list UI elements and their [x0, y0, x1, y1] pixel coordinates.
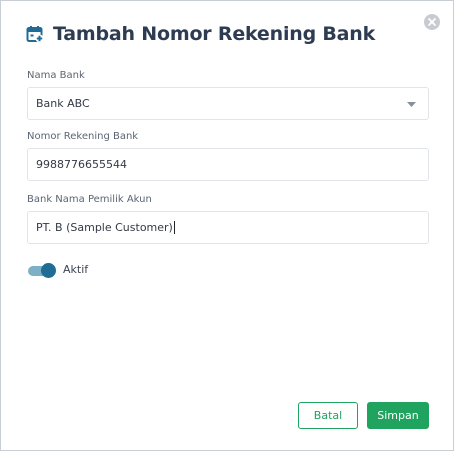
add-bank-account-dialog: Tambah Nomor Rekening Bank Nama Bank Ban… — [0, 0, 454, 451]
active-label: Aktif — [63, 263, 89, 276]
toggle-knob — [41, 263, 56, 278]
active-toggle[interactable] — [28, 263, 57, 278]
close-button[interactable] — [424, 14, 440, 30]
account-holder-value: PT. B (Sample Customer) — [36, 221, 173, 234]
close-icon — [428, 18, 436, 26]
cancel-button[interactable]: Batal — [298, 402, 358, 429]
calendar-add-icon — [26, 26, 44, 43]
dialog-header: Tambah Nomor Rekening Bank — [26, 23, 375, 45]
account-holder-input[interactable]: PT. B (Sample Customer) — [27, 211, 429, 244]
account-number-label: Nomor Rekening Bank — [27, 131, 139, 142]
account-holder-label: Bank Nama Pemilik Akun — [27, 194, 152, 205]
chevron-down-icon — [407, 102, 416, 107]
bank-name-label: Nama Bank — [27, 70, 85, 81]
account-number-input[interactable]: 9988776655544 — [27, 148, 429, 181]
text-cursor — [173, 221, 175, 234]
account-number-value: 9988776655544 — [36, 158, 127, 171]
bank-name-value: Bank ABC — [36, 97, 90, 110]
dialog-title: Tambah Nomor Rekening Bank — [53, 23, 376, 45]
bank-name-select[interactable]: Bank ABC — [27, 87, 429, 120]
save-button[interactable]: Simpan — [367, 402, 429, 429]
